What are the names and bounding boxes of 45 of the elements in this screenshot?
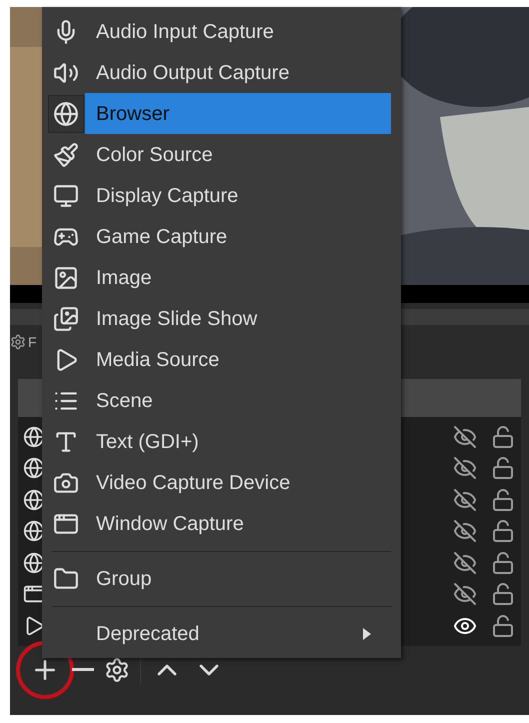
unlock-icon[interactable] [491,424,515,449]
unlock-icon[interactable] [491,456,515,480]
globe-icon [23,457,45,480]
minus-icon [72,668,94,671]
menu-item[interactable]: Audio Output Capture [42,52,401,93]
menu-item[interactable]: Window Capture [42,503,401,544]
menu-item[interactable]: Audio Input Capture [42,11,401,52]
eye-off-icon[interactable] [453,488,477,512]
menu-item[interactable]: Image Slide Show [42,298,401,339]
settings-icon [10,334,26,350]
eye-off-icon[interactable] [453,550,477,575]
window-icon [23,583,45,606]
menu-item[interactable]: Deprecated [42,613,401,654]
monitor-icon [53,182,79,208]
unlock-icon[interactable] [491,488,515,512]
images-icon [53,306,79,332]
paintbrush-icon [53,142,79,168]
folder-icon [53,566,79,592]
menu-item[interactable]: Group [42,558,401,599]
dock-title: F [28,332,37,352]
menu-item[interactable]: Scene [42,380,401,421]
unlock-icon[interactable] [491,519,515,544]
submenu-arrow-icon [363,628,371,640]
eye-off-icon[interactable] [453,456,477,480]
menu-item[interactable]: Media Source [42,339,401,380]
globe-icon [23,520,45,542]
menu-item[interactable]: Video Capture Device [42,462,401,503]
menu-item[interactable]: Text (GDI+) [42,421,401,462]
globe-icon [23,552,45,574]
globe-icon [23,488,45,511]
menu-item[interactable]: Color Source [42,134,401,175]
globe-icon [23,426,45,448]
unlock-icon[interactable] [491,614,515,638]
globe-icon [53,100,79,126]
eye-off-icon[interactable] [453,582,477,606]
image-icon [53,264,79,290]
settings-icon [104,656,130,682]
menu-item[interactable]: Game Capture [42,216,401,257]
unlock-icon[interactable] [491,550,515,575]
eye-off-icon[interactable] [453,424,477,449]
menu-item[interactable]: Display Capture [42,175,401,216]
menu-item[interactable]: Image [42,257,401,298]
eye-off-icon[interactable] [453,519,477,544]
unlock-icon[interactable] [491,582,515,606]
settings-button[interactable] [104,656,130,682]
